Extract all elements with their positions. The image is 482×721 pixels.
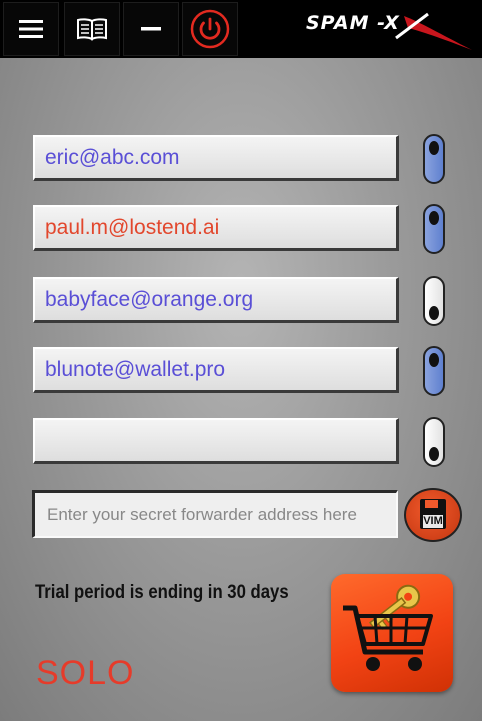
power-button[interactable] bbox=[182, 2, 238, 56]
book-icon bbox=[77, 18, 107, 41]
menu-icon bbox=[19, 20, 43, 38]
email-toggle-1[interactable] bbox=[423, 134, 445, 184]
save-button-label: VIM bbox=[423, 515, 443, 527]
email-toggle-3[interactable] bbox=[423, 276, 445, 326]
email-field-3[interactable]: babyface@orange.org bbox=[33, 277, 399, 323]
store-button[interactable] bbox=[331, 574, 453, 692]
email-field-5[interactable] bbox=[33, 418, 399, 464]
minus-icon bbox=[141, 27, 161, 31]
email-field-2[interactable]: paul.m@lostend.ai bbox=[33, 205, 399, 251]
toggle-knob bbox=[429, 447, 439, 461]
toggle-knob bbox=[429, 211, 439, 225]
brand-name: SPAM -X bbox=[306, 12, 400, 34]
trial-notice: Trial period is ending in 30 days bbox=[35, 582, 289, 603]
power-icon bbox=[190, 9, 230, 49]
brand-logo: SPAM -X bbox=[300, 8, 476, 52]
email-field-4[interactable]: blunote@wallet.pro bbox=[33, 347, 399, 393]
toggle-knob bbox=[429, 306, 439, 320]
toggle-knob bbox=[429, 353, 439, 367]
top-toolbar: SPAM -X bbox=[0, 0, 482, 58]
plan-label: SOLO bbox=[36, 654, 135, 692]
email-field-1[interactable]: eric@abc.com bbox=[33, 135, 399, 181]
save-vim-button[interactable]: VIM bbox=[404, 488, 462, 542]
minimize-button[interactable] bbox=[123, 2, 179, 56]
menu-button[interactable] bbox=[3, 2, 59, 56]
email-toggle-4[interactable] bbox=[423, 346, 445, 396]
shopping-cart-key-icon bbox=[343, 584, 433, 671]
email-toggle-5[interactable] bbox=[423, 417, 445, 467]
manual-button[interactable] bbox=[64, 2, 120, 56]
toggle-knob bbox=[429, 141, 439, 155]
email-toggle-2[interactable] bbox=[423, 204, 445, 254]
forwarder-address-input[interactable] bbox=[32, 490, 398, 538]
